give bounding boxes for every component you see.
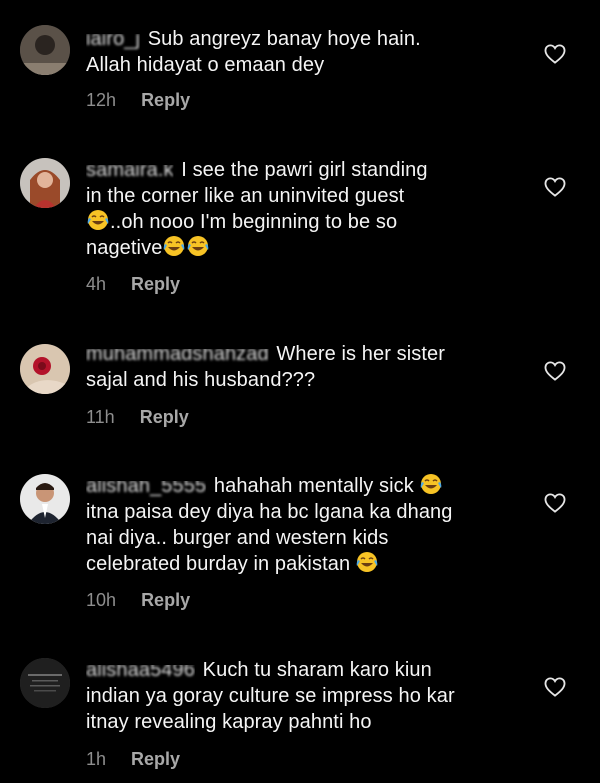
avatar[interactable] bbox=[20, 25, 70, 75]
face-with-tears-of-joy-icon bbox=[163, 235, 185, 257]
heart-icon[interactable] bbox=[544, 361, 566, 381]
comment-username[interactable]: alishaa5496 bbox=[86, 665, 195, 683]
reply-button[interactable]: Reply bbox=[131, 274, 180, 294]
reply-button[interactable]: Reply bbox=[141, 90, 190, 110]
avatar-photo bbox=[20, 344, 70, 394]
comment-meta: 10h Reply bbox=[86, 590, 190, 611]
heart-icon[interactable] bbox=[544, 177, 566, 197]
comment-time: 12h bbox=[86, 90, 117, 110]
face-with-tears-of-joy-icon bbox=[87, 209, 109, 231]
avatar-photo bbox=[20, 658, 70, 708]
comment-text: muhammadshahzad Where is her sister saja… bbox=[86, 343, 445, 391]
comment-meta: 4h Reply bbox=[86, 274, 180, 295]
comment-text: samaira.k I see the pawri girl standing … bbox=[86, 159, 428, 259]
face-with-tears-of-joy-icon bbox=[356, 551, 378, 573]
reply-button[interactable]: Reply bbox=[140, 407, 189, 427]
face-with-tears-of-joy-icon bbox=[420, 473, 442, 495]
comment-username[interactable]: alishah_5555 bbox=[86, 481, 206, 499]
comment-username[interactable]: iairo_j bbox=[86, 34, 140, 52]
reply-button[interactable]: Reply bbox=[131, 749, 180, 769]
reply-button[interactable]: Reply bbox=[141, 590, 190, 610]
comment-time: 10h bbox=[86, 590, 117, 610]
heart-icon[interactable] bbox=[544, 44, 566, 64]
avatar[interactable] bbox=[20, 158, 70, 208]
avatar[interactable] bbox=[20, 474, 70, 524]
comment-meta: 11h Reply bbox=[86, 407, 189, 428]
comment-text: alishah_5555 hahahah mentally sick itna … bbox=[86, 473, 453, 575]
avatar[interactable] bbox=[20, 658, 70, 708]
avatar-photo bbox=[20, 474, 70, 524]
comment-time: 4h bbox=[86, 274, 107, 294]
avatar[interactable] bbox=[20, 344, 70, 394]
heart-icon[interactable] bbox=[544, 493, 566, 513]
comment-username[interactable]: samaira.k bbox=[86, 165, 174, 183]
face-with-tears-of-joy-icon bbox=[187, 235, 209, 257]
comment-meta: 12h Reply bbox=[86, 90, 190, 111]
comment-text: iairo_j Sub angreyz banay hoye hain. All… bbox=[86, 28, 421, 76]
comment-text: alishaa5496 Kuch tu sharam karo kiun ind… bbox=[86, 659, 455, 733]
avatar-photo bbox=[20, 25, 70, 75]
comment-time: 1h bbox=[86, 749, 107, 769]
heart-icon[interactable] bbox=[544, 677, 566, 697]
avatar-photo bbox=[20, 158, 70, 208]
comment-username[interactable]: muhammadshahzad bbox=[86, 349, 269, 367]
comment-meta: 1h Reply bbox=[86, 749, 180, 770]
comment-time: 11h bbox=[86, 407, 115, 427]
